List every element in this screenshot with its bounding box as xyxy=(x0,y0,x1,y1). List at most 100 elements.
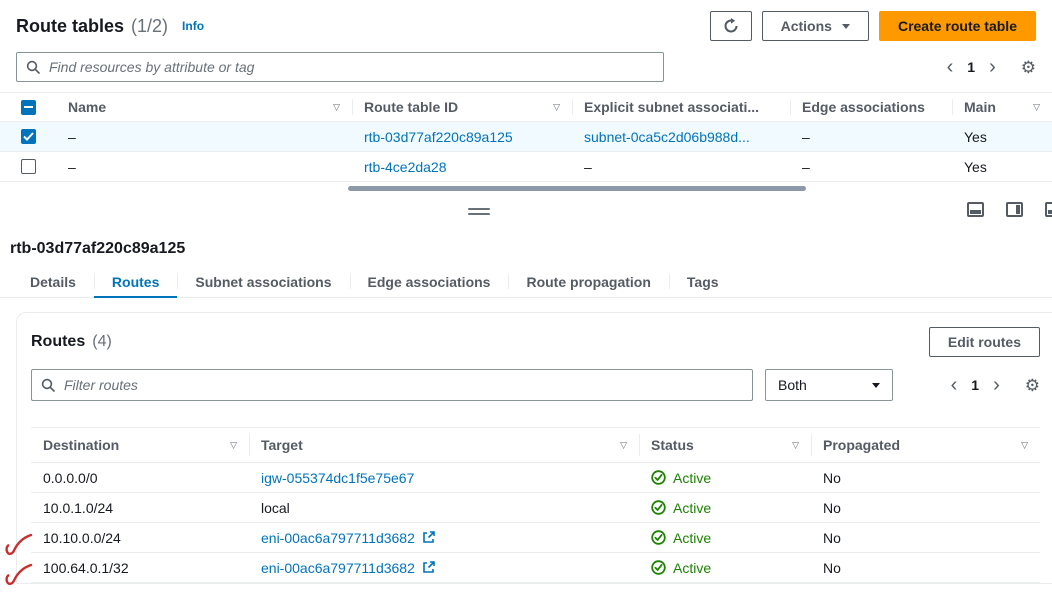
routes-settings-gear-icon[interactable]: ⚙ xyxy=(1025,377,1040,394)
routes-count: (4) xyxy=(92,333,112,351)
external-link-icon[interactable] xyxy=(422,561,435,574)
external-link-icon[interactable] xyxy=(422,531,435,544)
next-page-icon[interactable]: › xyxy=(984,375,1009,395)
sort-icon: ▽ xyxy=(333,102,340,113)
route-target-link: local xyxy=(261,500,290,516)
route-row: 10.10.0.0/24 eni-00ac6a797711d3682 Activ… xyxy=(31,523,1040,553)
cell-main: Yes xyxy=(952,159,1052,175)
routes-title: Routes xyxy=(31,333,85,351)
tab-tags[interactable]: Tags xyxy=(669,266,737,297)
column-header-edge-associations[interactable]: Edge associations xyxy=(790,93,952,121)
status-active-icon xyxy=(651,560,666,575)
route-row: 0.0.0.0/0 igw-055374dc1f5e75e67 Active N… xyxy=(31,463,1040,493)
sort-icon: ▽ xyxy=(620,440,627,451)
route-status-label: Active xyxy=(673,560,711,576)
route-status-label: Active xyxy=(673,470,711,486)
row-checkbox-checked[interactable] xyxy=(21,129,36,144)
route-scope-select[interactable]: Both xyxy=(765,369,893,401)
select-all-checkbox[interactable] xyxy=(21,100,36,115)
actions-button[interactable]: Actions xyxy=(762,11,869,41)
tab-details[interactable]: Details xyxy=(12,266,94,297)
tab-edge-associations[interactable]: Edge associations xyxy=(350,266,509,297)
route-target-link[interactable]: eni-00ac6a797711d3682 xyxy=(261,560,415,576)
page-title: Route tables xyxy=(16,16,124,37)
selected-route-table-title: rtb-03d77af220c89a125 xyxy=(10,240,1036,258)
route-tables-header: Route tables (1/2) Info Actions Create r… xyxy=(0,0,1052,92)
routes-filter-box[interactable] xyxy=(31,369,753,401)
title-actions: Actions Create route table xyxy=(710,11,1036,41)
info-link[interactable]: Info xyxy=(182,19,204,33)
search-icon xyxy=(41,378,55,392)
edit-routes-button[interactable]: Edit routes xyxy=(929,327,1040,357)
detail-tabs: Details Routes Subnet associations Edge … xyxy=(0,266,1052,298)
title-row: Route tables (1/2) Info Actions Create r… xyxy=(16,10,1036,42)
cell-main: Yes xyxy=(952,129,1052,145)
cell-edge-associations: – xyxy=(790,129,952,145)
horizontal-scrollbar xyxy=(0,185,1052,192)
next-page-icon[interactable]: › xyxy=(980,57,1005,77)
column-header-name[interactable]: Name ▽ xyxy=(56,93,352,121)
refresh-button[interactable] xyxy=(710,11,752,41)
edit-routes-label: Edit routes xyxy=(948,334,1021,350)
column-header-target[interactable]: Target ▽ xyxy=(249,428,639,462)
handwritten-check-annotation xyxy=(3,561,33,589)
resource-search-input[interactable] xyxy=(47,58,654,76)
subnet-association-link[interactable]: subnet-0ca5c2d06b988d... xyxy=(584,129,750,145)
create-route-table-button[interactable]: Create route table xyxy=(879,11,1036,41)
row-checkbox-unchecked[interactable] xyxy=(21,159,36,174)
routes-table-body: 0.0.0.0/0 igw-055374dc1f5e75e67 Active N… xyxy=(31,463,1040,583)
route-target-link[interactable]: eni-00ac6a797711d3682 xyxy=(261,530,415,546)
routes-filter-row: Both ‹ 1 › ⚙ xyxy=(31,369,1040,401)
column-header-main[interactable]: Main ▽ xyxy=(952,93,1052,121)
routes-panel-header: Routes (4) Edit routes xyxy=(31,327,1040,357)
routes-panel: Routes (4) Edit routes Both ‹ 1 › ⚙ Dest… xyxy=(16,312,1052,584)
table-row: – rtb-03d77af220c89a125 subnet-0ca5c2d06… xyxy=(0,122,1052,152)
page-title-count: (1/2) xyxy=(131,16,168,37)
create-route-table-label: Create route table xyxy=(898,18,1017,34)
route-destination: 10.10.0.0/24 xyxy=(43,530,121,546)
route-propagated-value: No xyxy=(823,560,841,576)
route-tables-table: Name ▽ Route table ID ▽ Explicit subnet … xyxy=(0,92,1052,192)
tab-route-propagation[interactable]: Route propagation xyxy=(508,266,668,297)
status-active-icon xyxy=(651,530,666,545)
previous-page-icon[interactable]: ‹ xyxy=(938,57,963,77)
route-table-id-link[interactable]: rtb-03d77af220c89a125 xyxy=(364,129,513,145)
cell-name: – xyxy=(56,129,352,145)
chevron-down-icon xyxy=(872,383,880,388)
split-panel-drag-handle[interactable] xyxy=(468,208,490,215)
column-header-explicit-subnet[interactable]: Explicit subnet associati... xyxy=(572,93,790,121)
split-panel-side-icon[interactable] xyxy=(1006,202,1023,217)
split-panel-detach-icon[interactable] xyxy=(1045,202,1052,217)
route-destination: 10.0.1.0/24 xyxy=(43,500,113,516)
status-active-icon xyxy=(651,470,666,485)
column-header-destination[interactable]: Destination ▽ xyxy=(31,428,249,462)
tab-routes[interactable]: Routes xyxy=(94,266,177,297)
cell-name: – xyxy=(56,159,352,175)
column-header-propagated[interactable]: Propagated ▽ xyxy=(811,428,1040,462)
table-row: – rtb-4ce2da28 – – Yes xyxy=(0,152,1052,182)
chevron-down-icon xyxy=(842,24,850,29)
route-status-label: Active xyxy=(673,500,711,516)
table-pagination: ‹ 1 › xyxy=(938,57,1005,77)
routes-filter-input[interactable] xyxy=(62,376,743,394)
search-icon xyxy=(26,60,40,74)
refresh-icon xyxy=(723,18,739,34)
indeterminate-mark xyxy=(24,106,33,108)
resource-search-box[interactable] xyxy=(16,52,664,82)
column-header-route-table-id[interactable]: Route table ID ▽ xyxy=(352,93,572,121)
split-panel-position-icons xyxy=(967,202,1052,217)
route-target-link[interactable]: igw-055374dc1f5e75e67 xyxy=(261,470,414,486)
previous-page-icon[interactable]: ‹ xyxy=(942,375,967,395)
tab-subnet-associations[interactable]: Subnet associations xyxy=(177,266,349,297)
route-row: 100.64.0.1/32 eni-00ac6a797711d3682 Acti… xyxy=(31,553,1040,583)
cell-explicit-subnet: – xyxy=(572,159,790,175)
split-panel-bottom-icon[interactable] xyxy=(967,202,984,217)
route-propagated-value: No xyxy=(823,530,841,546)
column-header-status[interactable]: Status ▽ xyxy=(639,428,811,462)
table-settings-gear-icon[interactable]: ⚙ xyxy=(1021,59,1036,76)
sort-icon: ▽ xyxy=(792,440,799,451)
horizontal-scrollbar-thumb[interactable] xyxy=(348,186,806,191)
check-icon xyxy=(23,132,34,141)
route-table-id-link[interactable]: rtb-4ce2da28 xyxy=(364,159,447,175)
actions-button-label: Actions xyxy=(781,18,832,34)
